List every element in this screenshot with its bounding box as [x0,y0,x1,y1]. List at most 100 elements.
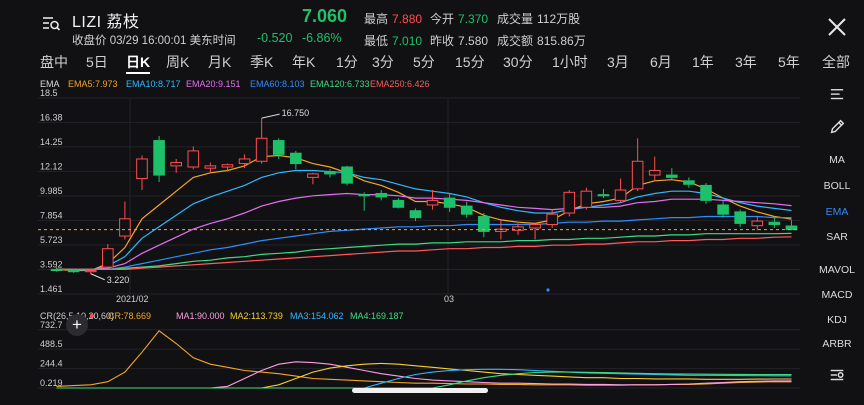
cr-y-tick-label: 244.4 [40,359,63,369]
candle-body [255,137,268,162]
stat-open-value: 7.370 [458,12,489,26]
cr-line [56,330,792,387]
candle-body [170,161,182,167]
candle-body [341,166,353,184]
candle-body [307,173,319,178]
tab-8[interactable]: 3分 [372,52,394,72]
last-price: 7.060 [302,6,348,26]
tool-ma[interactable]: MA [810,154,864,166]
stat-low: 最低 7.010 [364,32,422,49]
candle-body [204,165,217,169]
ema-legend-item: EMA60:8.103 [250,79,305,89]
tool-ema[interactable]: EMA [810,206,864,218]
tab-5[interactable]: 季K [250,52,273,72]
candle-body [751,220,764,227]
chart-canvas[interactable]: EMA EMA5:7.973 EMA10:8.717 EMA20:9.151 EMA60… [0,76,810,400]
cr-legend-item: MA2:113.739 [230,311,283,321]
ema-line [56,232,792,270]
tool-arbr[interactable]: ARBR [810,338,864,350]
y-tick-label: 16.38 [40,112,63,122]
y-tick-label: 9.985 [40,186,63,196]
tool-kdj[interactable]: KDJ [810,314,864,326]
change-percent: -6.86% [301,31,342,45]
candle-body [631,160,644,190]
timeframe-tabs: 盘中 5日 日K 周K 月K 季K 年K 1分 3分 5分 15分 30分 1小时 3月 6月 1年 3年 5年 全… [0,50,864,74]
candle-body [563,191,576,214]
candle-body [683,180,695,185]
tab-15[interactable]: 1年 [692,52,714,72]
tab-11[interactable]: 30分 [503,52,533,72]
add-indicator-button[interactable]: + [66,314,88,336]
cr-legend-item: MA3:154.062 [290,311,344,321]
cr-legend-item: MA4:169.187 [350,311,404,321]
settings-list-icon[interactable] [810,88,864,105]
candle-body [50,268,63,272]
tab-0[interactable]: 盘中 [40,52,68,72]
close-icon[interactable] [826,16,848,38]
ticker-name: LIZI 荔枝 [72,14,140,31]
stat-low-value: 7.010 [392,34,423,48]
y-tick-label: 5.723 [40,235,63,245]
candle-body [358,194,370,197]
tab-9[interactable]: 5分 [413,52,435,72]
candle-body [460,205,473,215]
candle-body [700,184,712,201]
cr-dot [89,313,95,319]
price-change: -0.520 -6.86% [257,31,342,45]
candle-body [443,197,456,208]
stat-high: 最高 7.880 [364,10,422,27]
candle-body [136,158,148,180]
ema-legend-item: EMA120:6.733 [310,79,370,89]
tab-17[interactable]: 5年 [778,52,800,72]
y-tick-label: 14.25 [40,137,63,147]
tab-6[interactable]: 年K [292,52,315,72]
stat-open-label: 今开 [430,12,455,26]
candle-body [324,171,336,175]
stat-prev-close: 昨收 7.580 [430,32,488,49]
tool-sar[interactable]: SAR [810,231,864,243]
candle-body [187,150,200,168]
tab-14[interactable]: 6月 [650,52,672,72]
chart-area[interactable]: EMA EMA5:7.973 EMA10:8.717 EMA20:9.151 EMA60… [0,76,810,400]
tab-10[interactable]: 15分 [455,52,485,72]
tab-4[interactable]: 月K [208,52,231,72]
tool-boll[interactable]: BOLL [810,180,864,192]
candle-body [84,270,97,273]
tab-1[interactable]: 5日 [86,52,108,72]
candle-body [426,199,439,206]
y-tick-label: 3.592 [40,259,63,269]
search-list-icon[interactable] [40,12,62,34]
tab-13[interactable]: 3月 [607,52,629,72]
stat-volume: 成交量 112万股 [497,10,580,27]
tab-12[interactable]: 1小时 [552,52,588,72]
candle-body [768,221,781,226]
candle-body [153,140,165,176]
stat-amount-value: 815.86万 [537,34,586,48]
indicator-toolbar: MA BOLL EMA SAR MAVOL MACD KDJ ARBR [810,76,864,400]
tool-macd[interactable]: MACD [810,289,864,301]
candle-body [785,225,798,231]
stat-amount: 成交额 815.86万 [497,32,586,49]
candle-body [666,174,678,178]
candle-body [67,270,80,273]
candle-body [529,224,541,229]
candle-body [717,204,729,215]
quote-header: LIZI 荔枝 收盘价 03/29 16:00:01 美东时间 7.060 -0… [0,0,864,50]
tab-3[interactable]: 周K [166,52,189,72]
home-indicator [352,388,488,393]
pencil-icon[interactable] [810,118,864,139]
stat-prev-value: 7.580 [458,34,489,48]
candle-body [597,194,610,197]
indicator-settings-icon[interactable] [810,366,864,387]
cr-y-tick-label: 732.7 [40,320,63,330]
tool-mavol[interactable]: MAVOL [810,264,864,276]
tab-18[interactable]: 全部 [822,52,850,72]
stat-high-value: 7.880 [392,12,423,26]
x-label: 03 [444,294,454,304]
candle-body [102,248,114,268]
low-annotation: 3.220 [107,275,130,285]
tab-16[interactable]: 3年 [735,52,757,72]
tab-7[interactable]: 1分 [336,52,358,72]
tab-2[interactable]: 日K [126,52,150,72]
candle-body [392,199,405,208]
